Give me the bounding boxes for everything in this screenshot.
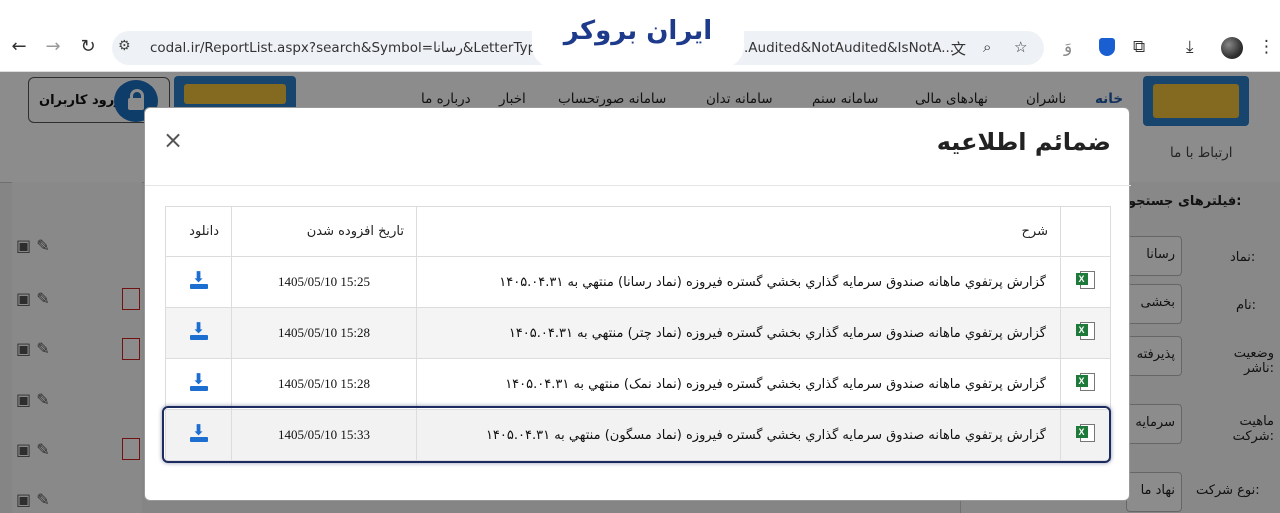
translate-icon[interactable]: 文 <box>951 38 966 59</box>
forward-icon[interactable]: → <box>42 36 64 58</box>
modal-header: ضمائم اطلاعیه × <box>145 108 1131 186</box>
back-icon[interactable]: ← <box>8 36 30 58</box>
reload-icon[interactable]: ↻ <box>77 36 99 58</box>
bookmark-star-icon[interactable]: ☆ <box>1014 38 1027 56</box>
site-settings-icon[interactable]: ⚙ <box>118 38 131 54</box>
watermark-text: ایران بروکر <box>563 16 713 46</box>
attachments-table: شرح تاریخ افزوده شدن دانلود X گزارش پرتف… <box>165 206 1111 461</box>
url-text-left[interactable]: codal.ir/ReportList.aspx?search&Symbol=ر… <box>150 40 580 56</box>
excel-file-icon: X <box>1075 270 1096 290</box>
attachments-modal: ضمائم اطلاعیه × شرح تاریخ افزوده شدن دان… <box>144 107 1131 501</box>
row-description: گزارش پرتفوي ماهانه صندوق سرمايه گذاري ب… <box>416 256 1061 308</box>
row-date: 1405/05/10 15:28 <box>231 307 417 359</box>
row-description: گزارش پرتفوي ماهانه صندوق سرمايه گذاري ب… <box>416 358 1061 410</box>
excel-file-icon: X <box>1075 321 1096 341</box>
download-icon[interactable]: ⬇ <box>189 370 209 391</box>
puzzle-icon[interactable]: ⧉ <box>1133 37 1145 57</box>
more-icon[interactable]: ⋮ <box>1258 37 1275 57</box>
profile-icon[interactable] <box>1221 37 1243 59</box>
download-icon[interactable]: ⬇ <box>189 319 209 340</box>
table-row[interactable]: X گزارش پرتفوي ماهانه صندوق سرمايه گذاري… <box>165 358 1111 410</box>
header-desc: شرح <box>416 206 1061 257</box>
modal-title: ضمائم اطلاعیه <box>936 128 1111 156</box>
table-row-selected[interactable]: X گزارش پرتفوي ماهانه صندوق سرمايه گذاري… <box>165 409 1111 461</box>
download-icon[interactable]: ⤓ <box>1186 37 1194 57</box>
row-description: گزارش پرتفوي ماهانه صندوق سرمايه گذاري ب… <box>416 307 1061 359</box>
row-date: 1405/05/10 15:28 <box>231 358 417 410</box>
excel-file-icon: X <box>1075 372 1096 392</box>
row-date: 1405/05/10 15:25 <box>231 256 417 308</box>
zoom-icon[interactable]: ⌕ <box>983 38 991 56</box>
url-text-right[interactable]: .Audited&NotAudited&IsNotA... <box>744 40 954 56</box>
header-icon <box>1060 206 1111 257</box>
table-row[interactable]: X گزارش پرتفوي ماهانه صندوق سرمايه گذاري… <box>165 256 1111 308</box>
download-icon[interactable]: ⬇ <box>189 268 209 289</box>
download-icon[interactable]: ⬇ <box>189 421 209 442</box>
browser-toolbar: ← → ↻ ⚙ codal.ir/ReportList.aspx?search&… <box>0 0 1280 72</box>
table-header-row: شرح تاریخ افزوده شدن دانلود <box>165 206 1111 257</box>
close-icon[interactable]: × <box>161 126 185 154</box>
table-row[interactable]: X گزارش پرتفوي ماهانه صندوق سرمايه گذاري… <box>165 307 1111 359</box>
watermark: ایران بروکر <box>532 6 744 68</box>
header-download: دانلود <box>165 206 232 257</box>
extension-icon[interactable]: وَ <box>1064 37 1072 57</box>
excel-file-icon: X <box>1075 423 1096 443</box>
row-date: 1405/05/10 15:33 <box>231 409 417 461</box>
row-description: گزارش پرتفوي ماهانه صندوق سرمايه گذاري ب… <box>416 409 1061 461</box>
shield-extension-icon[interactable] <box>1099 38 1115 56</box>
header-date: تاریخ افزوده شدن <box>231 206 417 257</box>
